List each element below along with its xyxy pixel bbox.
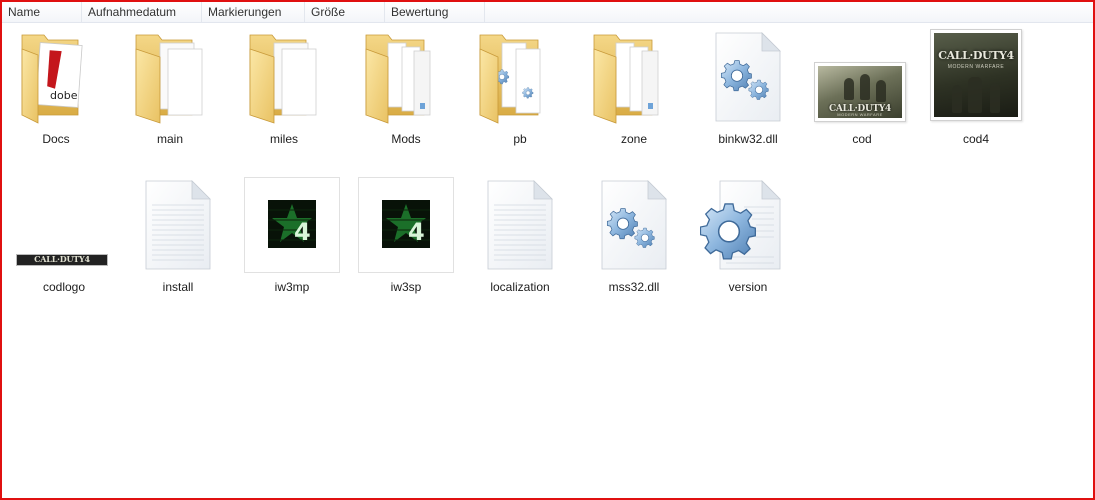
thumb-title: CALL·DUTY4 [938,49,1014,62]
item-label: mss32.dll [608,280,660,294]
text-file-icon [145,180,211,270]
cod4-app-icon: 4 [382,200,430,248]
thumb-subtitle: MODERN WARFARE [837,112,883,117]
item-label: zone [620,132,648,146]
image-thumbnail: CALL·DUTY4 MODERN WARFARE [930,29,1022,121]
folder-files-icon [593,34,659,124]
item-label: localization [490,280,550,294]
explorer-window: Name Aufnahmedatum Markierungen Größe Be… [0,0,1095,500]
item-binkw32[interactable]: binkw32.dll [700,29,796,161]
item-label: Mods [391,132,421,146]
folder-documents-icon [249,34,317,124]
item-label: pb [513,132,527,146]
thumb-title: CALL·DUTY4 [34,254,90,264]
item-cod[interactable]: CALL·DUTY4 MODERN WARFARE cod [814,29,910,161]
item-iw3mp[interactable]: 4 iw3mp [244,177,340,309]
item-localization[interactable]: localization [472,177,568,309]
app-glyph: 4 [294,218,311,246]
folder-files-icon [365,34,431,124]
item-cod4[interactable]: CALL·DUTY4 MODERN WARFARE cod4 [928,29,1024,161]
image-thumbnail: CALL·DUTY4 [16,254,108,266]
item-label: iw3mp [274,280,310,294]
item-label: iw3sp [390,280,422,294]
item-label: cod [852,132,872,146]
folder-documents-icon [135,34,203,124]
item-mss32[interactable]: mss32.dll [586,177,682,309]
item-zone[interactable]: zone [586,29,682,161]
column-name[interactable]: Name [2,2,82,22]
item-pb[interactable]: pb [472,29,568,161]
item-label: codlogo [42,280,86,294]
thumb-subtitle: MODERN WARFARE [947,64,1005,70]
column-header-bar: Name Aufnahmedatum Markierungen Größe Be… [2,2,1093,23]
item-label: binkw32.dll [718,132,778,146]
cod4-app-icon: 4 [268,200,316,248]
item-main[interactable]: main [122,29,218,161]
item-mods[interactable]: Mods [358,29,454,161]
item-label: main [156,132,183,146]
image-thumbnail: CALL·DUTY4 MODERN WARFARE [814,62,906,122]
folder-gear-icon [479,34,541,124]
folder-pdf-icon: dobe [21,34,83,124]
system-file-icon [700,180,781,270]
item-label: install [162,280,194,294]
text-file-icon [487,180,553,270]
item-version[interactable]: version [700,177,796,309]
item-install[interactable]: install [130,177,226,309]
item-docs[interactable]: dobe Docs [8,29,104,161]
app-glyph: 4 [408,218,425,246]
pdf-brand-text: dobe [50,89,78,102]
item-label: Docs [42,132,70,146]
item-iw3sp[interactable]: 4 iw3sp [358,177,454,309]
column-rating[interactable]: Bewertung [385,2,485,22]
dll-file-icon [715,32,781,122]
item-codlogo[interactable]: CALL·DUTY4 codlogo [16,177,112,309]
column-tags[interactable]: Markierungen [202,2,305,22]
item-miles[interactable]: miles [236,29,332,161]
dll-file-icon [601,180,667,270]
column-date[interactable]: Aufnahmedatum [82,2,202,22]
column-size[interactable]: Größe [305,2,385,22]
item-label: miles [269,132,298,146]
item-label: cod4 [962,132,990,146]
item-label: version [728,280,768,294]
